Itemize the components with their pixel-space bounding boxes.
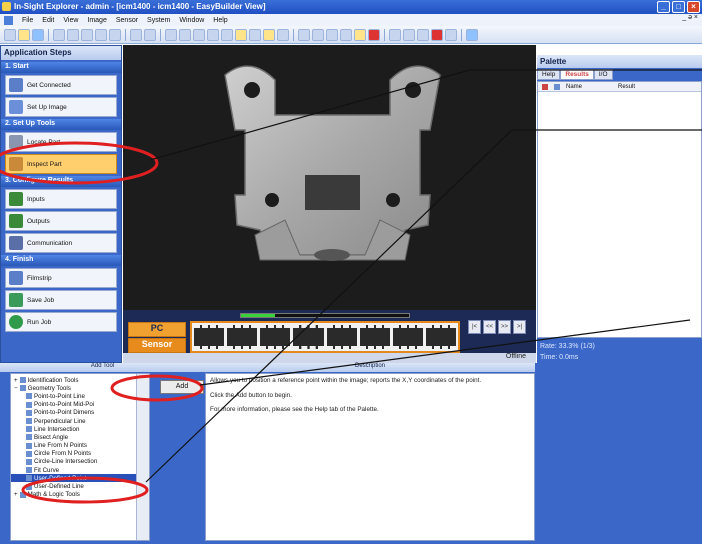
callout-line: [145, 129, 513, 483]
highlight-ellipse-add: [110, 374, 204, 402]
callout-line: [199, 319, 691, 386]
callout-line: [149, 69, 471, 161]
highlight-ellipse-user-point: [21, 476, 149, 504]
highlight-ellipse-inspect: [0, 141, 159, 185]
annotation-overlay: [0, 69, 702, 504]
